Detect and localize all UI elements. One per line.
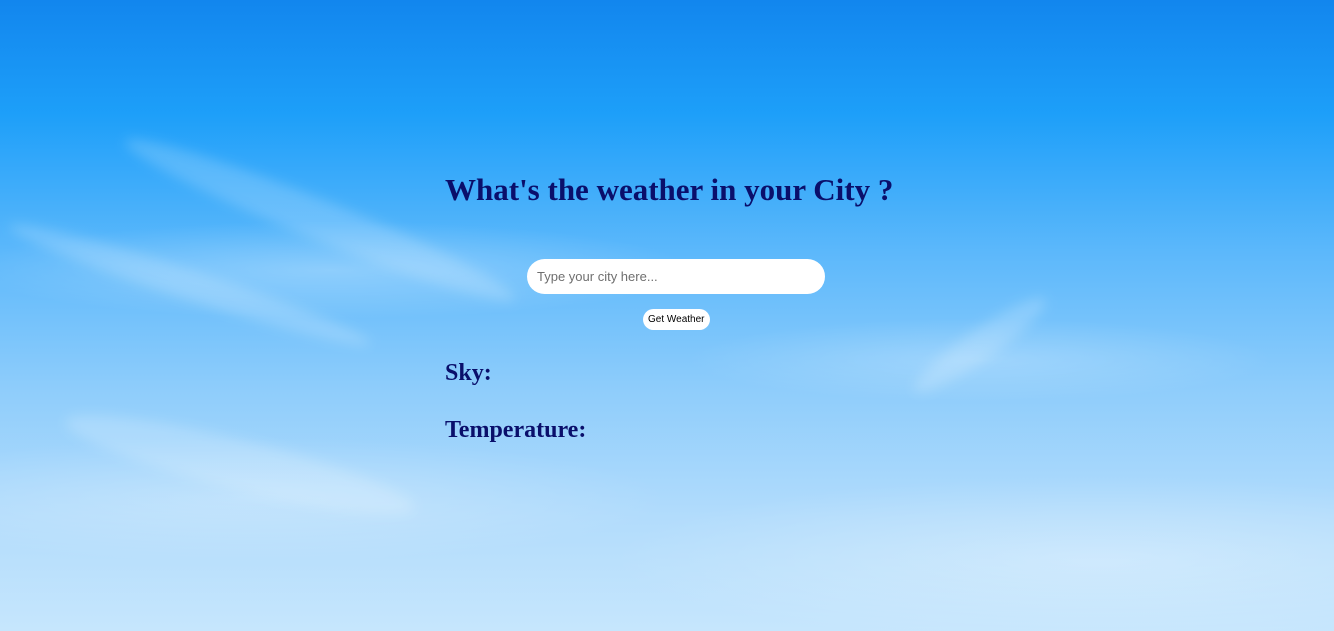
sky-label: Sky: — [445, 360, 492, 386]
cloud-streak — [59, 397, 421, 533]
cloud-streak — [4, 212, 376, 358]
city-input[interactable] — [527, 259, 825, 294]
get-weather-button[interactable]: Get Weather — [643, 309, 710, 330]
weather-app: What's the weather in your City ? Get We… — [445, 168, 915, 443]
temperature-label: Temperature: — [445, 417, 587, 443]
search-wrapper — [527, 259, 825, 294]
cloud-streak — [905, 286, 1055, 404]
page-title: What's the weather in your City ? — [445, 172, 894, 207]
cloud-streak — [117, 122, 523, 318]
